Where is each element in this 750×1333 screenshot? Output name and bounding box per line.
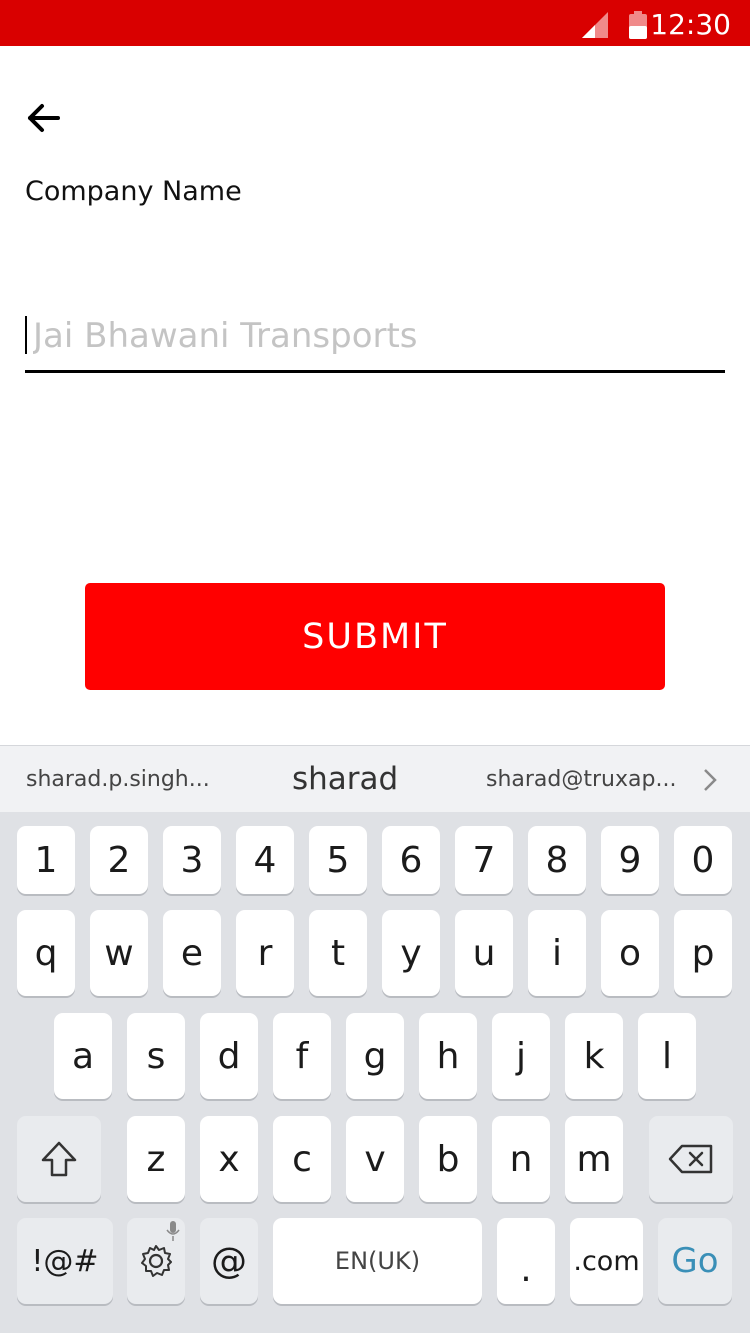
battery-icon [629,11,647,39]
key-n[interactable]: n [492,1116,550,1202]
company-name-input[interactable] [25,306,725,366]
key-f[interactable]: f [273,1013,331,1099]
key-1[interactable]: 1 [17,826,75,894]
key-a[interactable]: a [54,1013,112,1099]
page-title: Company Name [25,176,242,207]
key-b[interactable]: b [419,1116,477,1202]
key-h[interactable]: h [419,1013,477,1099]
key-e[interactable]: e [163,910,221,996]
key-9[interactable]: 9 [601,826,659,894]
backspace-key[interactable] [649,1116,733,1202]
key-s[interactable]: s [127,1013,185,1099]
gear-icon [141,1245,172,1277]
chevron-right-icon[interactable] [700,766,720,794]
dotcom-key[interactable]: .com [570,1218,643,1304]
period-key[interactable]: . [497,1218,555,1304]
key-k[interactable]: k [565,1013,623,1099]
suggestion-item[interactable]: sharad@truxap... [486,746,676,813]
backspace-icon [668,1144,713,1174]
key-m[interactable]: m [565,1116,623,1202]
key-j[interactable]: j [492,1013,550,1099]
key-8[interactable]: 8 [528,826,586,894]
key-y[interactable]: y [382,910,440,996]
key-4[interactable]: 4 [236,826,294,894]
status-bar: 12:30 [0,0,750,46]
at-key[interactable]: @ [200,1218,258,1304]
key-v[interactable]: v [346,1116,404,1202]
key-o[interactable]: o [601,910,659,996]
key-d[interactable]: d [200,1013,258,1099]
key-0[interactable]: 0 [674,826,732,894]
key-w[interactable]: w [90,910,148,996]
key-p[interactable]: p [674,910,732,996]
key-x[interactable]: x [200,1116,258,1202]
back-button[interactable] [24,100,64,136]
key-t[interactable]: t [309,910,367,996]
key-q[interactable]: q [17,910,75,996]
shift-key[interactable] [17,1116,101,1202]
suggestion-item[interactable]: sharad.p.singh... [26,746,210,813]
company-name-field[interactable] [25,306,725,373]
key-7[interactable]: 7 [455,826,513,894]
go-key[interactable]: Go [658,1218,732,1304]
key-2[interactable]: 2 [90,826,148,894]
space-key[interactable]: EN(UK) [273,1218,482,1304]
key-l[interactable]: l [638,1013,696,1099]
suggestion-bar: sharad.p.singh... sharad sharad@truxap..… [0,745,750,812]
submit-button[interactable]: SUBMIT [85,583,665,690]
key-g[interactable]: g [346,1013,404,1099]
key-u[interactable]: u [455,910,513,996]
microphone-icon [166,1221,180,1241]
symbols-key[interactable]: !@# [17,1218,113,1304]
key-c[interactable]: c [273,1116,331,1202]
key-5[interactable]: 5 [309,826,367,894]
key-3[interactable]: 3 [163,826,221,894]
key-i[interactable]: i [528,910,586,996]
signal-icon [582,12,608,38]
key-z[interactable]: z [127,1116,185,1202]
suggestion-item[interactable]: sharad [292,746,398,813]
shift-icon [41,1141,77,1177]
key-r[interactable]: r [236,910,294,996]
key-6[interactable]: 6 [382,826,440,894]
arrow-left-icon [28,104,60,132]
status-time: 12:30 [650,8,731,41]
